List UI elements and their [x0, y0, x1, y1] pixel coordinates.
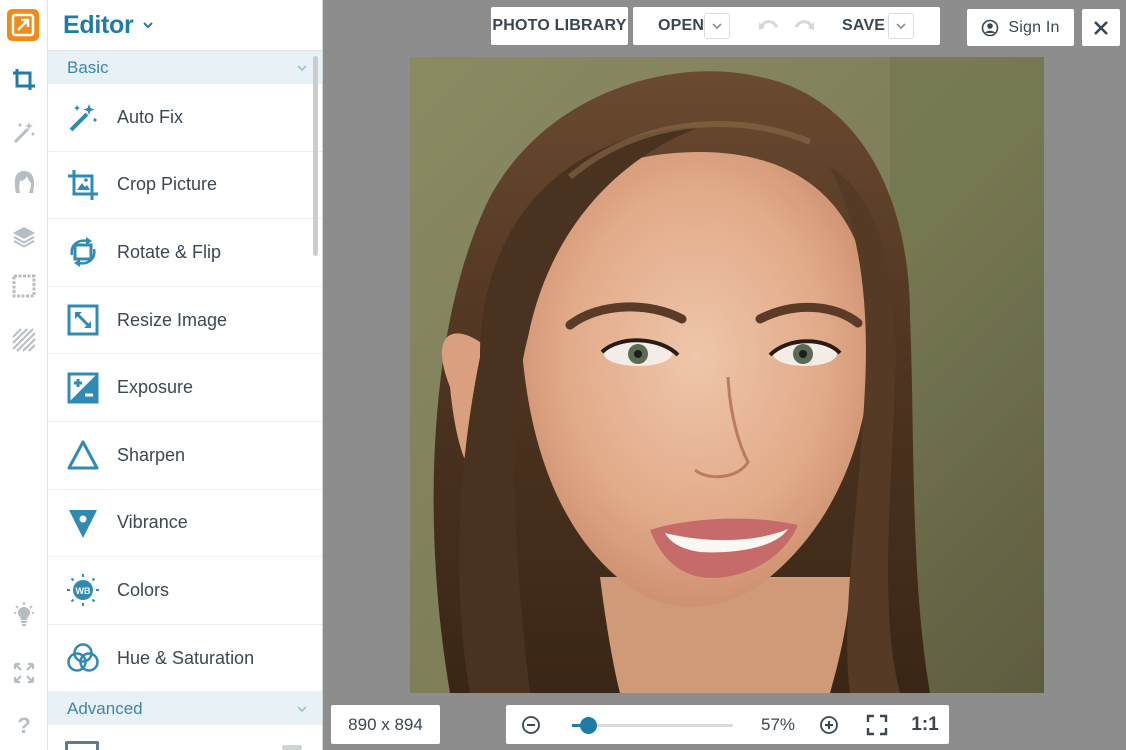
tool-label: Rotate & Flip [117, 241, 222, 262]
layers-icon[interactable] [10, 222, 38, 250]
white-balance-icon: WB [65, 572, 101, 608]
open-button[interactable]: OPEN [658, 17, 704, 35]
close-button[interactable] [1082, 9, 1120, 46]
open-dropdown-icon[interactable] [704, 13, 730, 39]
advanced-tool-icon[interactable] [65, 741, 99, 750]
photo-library-button[interactable]: PHOTO LIBRARY [491, 7, 628, 45]
zoom-slider[interactable] [572, 717, 733, 734]
chevron-down-icon[interactable] [142, 19, 154, 31]
frame-icon[interactable] [10, 272, 38, 300]
user-icon [981, 19, 999, 37]
zoom-slider-handle[interactable] [580, 717, 597, 734]
zoom-percent: 57% [760, 714, 796, 734]
save-dropdown-icon[interactable] [888, 13, 914, 39]
tool-rail: ? [0, 0, 48, 750]
photo-canvas[interactable] [410, 57, 1044, 693]
tool-auto-fix[interactable]: Auto Fix [48, 84, 322, 152]
chevron-down-icon [296, 703, 308, 715]
hue-saturation-icon [65, 640, 101, 676]
app-logo[interactable] [7, 9, 39, 41]
image-dimensions-label: 890 x 894 [348, 714, 423, 734]
tool-label: Vibrance [117, 512, 188, 533]
help-icon[interactable]: ? [10, 711, 38, 739]
svg-text:WB: WB [76, 586, 91, 596]
close-icon [1094, 20, 1108, 35]
logo-icon [11, 13, 35, 37]
fit-to-screen-icon[interactable] [864, 705, 890, 744]
tool-rotate-flip[interactable]: Rotate & Flip [48, 219, 322, 287]
zoom-in-icon[interactable] [818, 705, 840, 744]
chevron-down-icon [296, 62, 308, 74]
sharpen-icon [65, 437, 101, 473]
tool-label: Crop Picture [117, 174, 218, 195]
expand-icon[interactable] [10, 659, 38, 687]
tool-label: Colors [117, 579, 170, 600]
section-label: Advanced [67, 698, 143, 718]
tool-label: Sharpen [117, 444, 186, 465]
tool-label: Resize Image [117, 309, 228, 330]
actual-size-button[interactable]: 1:1 [908, 705, 942, 744]
tool-crop-picture[interactable]: Crop Picture [48, 152, 322, 220]
tool-hue-saturation[interactable]: Hue & Saturation [48, 625, 322, 693]
panel-scrollbar[interactable] [313, 56, 318, 256]
tool-sharpen[interactable]: Sharpen [48, 422, 322, 490]
section-advanced[interactable]: Advanced [48, 692, 322, 726]
tool-resize-image[interactable]: Resize Image [48, 287, 322, 355]
tool-colors[interactable]: WB Colors [48, 557, 322, 625]
exposure-icon [65, 370, 101, 406]
editor-panel: Editor Basic Auto Fix Crop Picture Rotat… [48, 0, 323, 750]
section-basic[interactable]: Basic [48, 51, 322, 84]
panel-header[interactable]: Editor [48, 0, 322, 51]
photo-library-label: PHOTO LIBRARY [492, 17, 627, 34]
portrait-photo [410, 57, 1044, 693]
panel-title: Editor [63, 10, 134, 39]
undo-icon[interactable] [758, 16, 780, 36]
resize-icon [65, 302, 101, 338]
zoom-out-icon[interactable] [520, 705, 542, 744]
tool-label: Auto Fix [117, 106, 184, 127]
crop-tool-icon[interactable] [10, 66, 38, 94]
zoom-controls: 57% 1:1 [506, 705, 949, 744]
save-button[interactable]: SAVE [842, 17, 885, 35]
tool-vibrance[interactable]: Vibrance [48, 490, 322, 558]
tool-label: Hue & Saturation [117, 647, 255, 668]
magic-wand-icon [65, 99, 101, 135]
sign-in-button[interactable]: Sign In [967, 9, 1074, 46]
lightbulb-icon[interactable] [10, 601, 38, 629]
tool-exposure[interactable]: Exposure [48, 354, 322, 422]
rotate-icon [65, 234, 101, 270]
file-actions-bar: OPEN SAVE [633, 7, 940, 45]
vibrance-icon [65, 505, 101, 541]
face-retouch-icon[interactable] [10, 168, 38, 196]
svg-text:?: ? [17, 713, 30, 738]
sign-in-label: Sign In [1008, 18, 1060, 36]
image-dimensions: 890 x 894 [331, 705, 440, 744]
texture-icon[interactable] [10, 326, 38, 354]
advanced-tool-badge [282, 745, 302, 750]
magic-wand-icon[interactable] [10, 118, 38, 146]
crop-icon [65, 167, 101, 203]
tool-label: Exposure [117, 377, 194, 398]
section-label: Basic [67, 57, 109, 77]
redo-icon[interactable] [793, 16, 815, 36]
